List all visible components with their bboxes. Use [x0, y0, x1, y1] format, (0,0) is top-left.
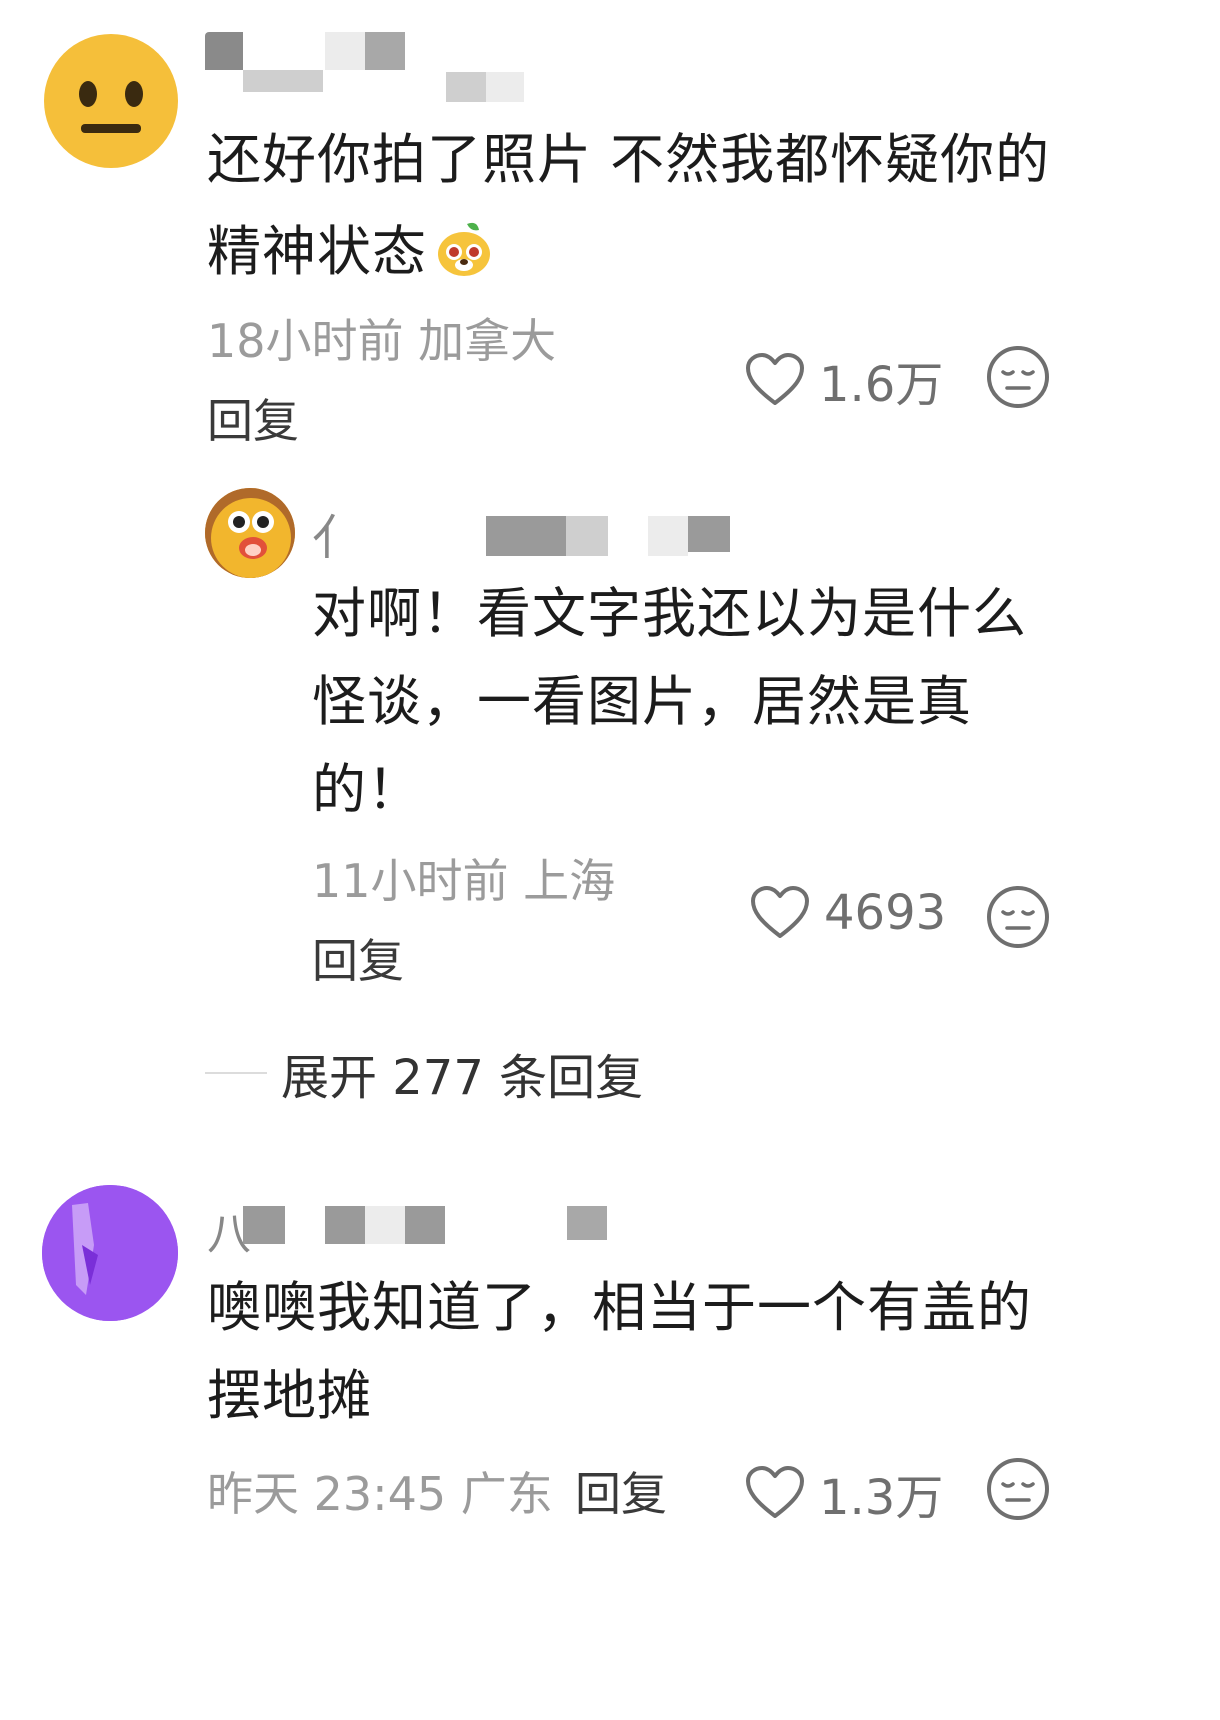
like-button[interactable]: 1.3万	[745, 1458, 943, 1528]
neutral-face-icon	[79, 81, 143, 133]
avatar[interactable]	[44, 34, 178, 168]
expand-replies-button[interactable]: 展开 277 条回复	[205, 1038, 643, 1108]
comment-text: 还好你拍了照片 不然我都怀疑你的精神状态	[207, 128, 1051, 283]
username-glyph: 亻	[312, 510, 361, 566]
dislike-face-icon[interactable]	[985, 344, 1051, 410]
like-count: 1.6万	[819, 357, 944, 413]
avatar-image	[42, 1185, 178, 1321]
cartoon-chick-icon	[205, 488, 295, 578]
like-button[interactable]: 1.6万	[745, 345, 943, 415]
comment-meta: 18小时前 加拿大	[207, 314, 557, 368]
avatar[interactable]	[205, 488, 295, 578]
like-count: 4693	[824, 885, 947, 941]
dislike-face-icon[interactable]	[985, 1456, 1051, 1522]
heart-icon	[746, 353, 804, 405]
comment-meta: 昨天 23:45 广东	[207, 1467, 553, 1521]
reply-button[interactable]: 回复	[312, 925, 404, 991]
comment-meta: 11小时前 上海	[312, 854, 616, 908]
reply-button[interactable]: 回复	[575, 1458, 667, 1524]
divider	[205, 1072, 267, 1074]
like-count: 1.3万	[819, 1470, 944, 1526]
reply-button[interactable]: 回复	[207, 385, 299, 451]
dislike-face-icon[interactable]	[985, 884, 1051, 950]
comment-text: 噢噢我知道了，相当于一个有盖的摆地摊	[207, 1276, 1032, 1427]
heart-icon	[751, 886, 809, 938]
cartoon-dog-emoji-icon	[438, 222, 490, 276]
like-button[interactable]: 4693	[750, 885, 946, 941]
avatar[interactable]	[42, 1185, 178, 1321]
comment-text: 对啊！看文字我还以为是什么怪谈，一看图片，居然是真的！	[312, 582, 1027, 821]
heart-icon	[746, 1466, 804, 1518]
expand-replies-label: 展开 277 条回复	[281, 1050, 644, 1106]
